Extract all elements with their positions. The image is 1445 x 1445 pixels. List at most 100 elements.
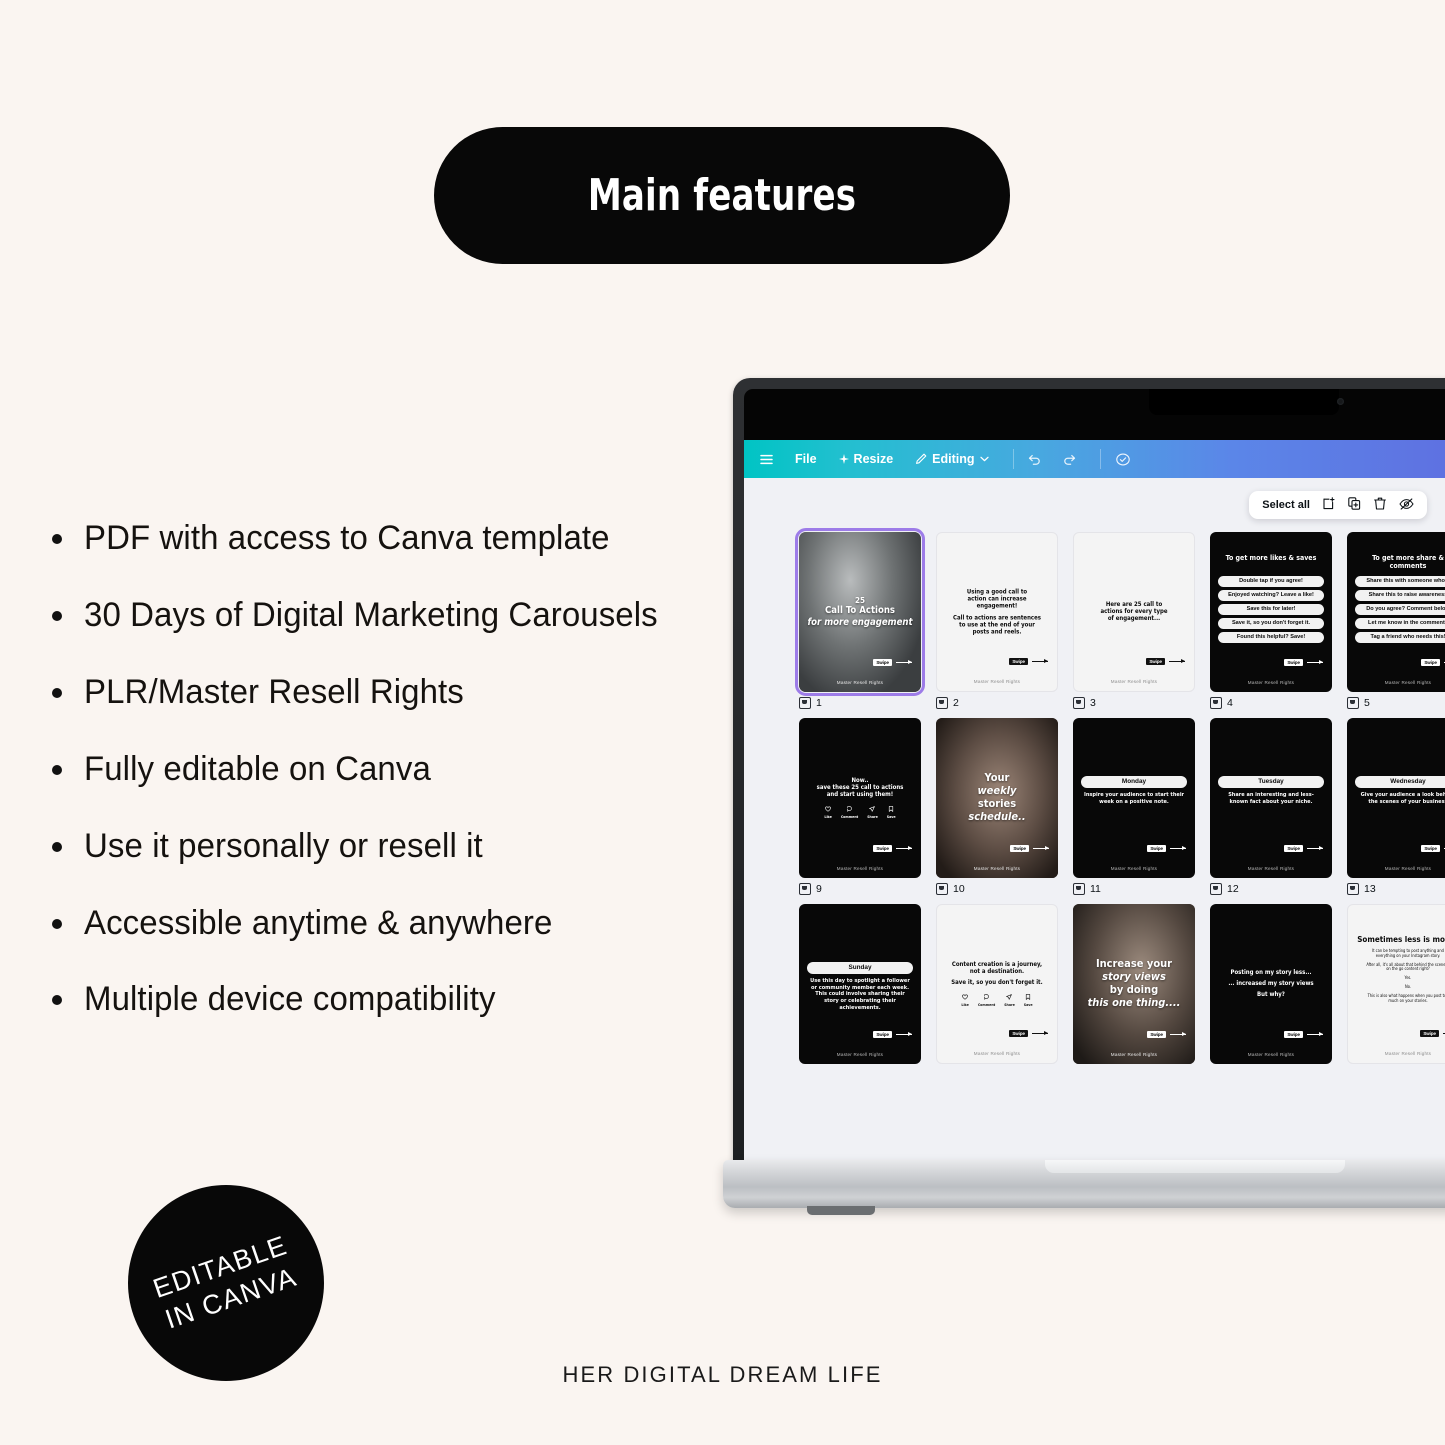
share-icon	[869, 805, 876, 814]
feature-item: PDF with access to Canva template	[52, 515, 752, 562]
canva-slide[interactable]: Content creation is a journey, not a dest…	[936, 904, 1058, 1064]
swipe-brandmark: Swipe	[1420, 1030, 1445, 1037]
slide-body-line: Call to actions are sentences	[953, 614, 1041, 621]
swipe-brandmark: Swipe	[1284, 845, 1323, 852]
page-thumb-icon	[1347, 697, 1359, 709]
slide-pill-list: Double tap if you agree! Enjoyed watching…	[1218, 576, 1324, 646]
hamburger-icon	[760, 454, 773, 465]
swipe-arrow-icon	[1033, 846, 1049, 850]
canva-slide[interactable]: Sometimes less is more.. It can be tempti…	[1347, 904, 1445, 1064]
canva-slide[interactable]: To get more likes & saves Double tap if y…	[1210, 532, 1332, 692]
page-thumb-icon	[936, 697, 948, 709]
canva-slide[interactable]: Your weekly stories schedule.. Swipe Master R…	[936, 718, 1058, 878]
slide-handle: Master Resell Rights	[1247, 866, 1295, 871]
duplicate-page-icon[interactable]	[1348, 497, 1361, 513]
swipe-brandmark: Swipe	[1284, 1031, 1323, 1038]
engagement-icon-label: Save	[886, 814, 896, 819]
slide-body-line: of engagement...	[1107, 615, 1161, 623]
slide-body-line: or community member each week.	[811, 984, 909, 991]
slide-body-line: Content creation is a journey,	[951, 960, 1043, 968]
page-number: 2	[953, 697, 959, 709]
file-menu[interactable]: File	[795, 452, 817, 466]
canva-slide[interactable]: Posting on my story less... ... increase…	[1210, 904, 1332, 1064]
canva-slide[interactable]: 25 Call To Actions for more engagement Swip…	[795, 528, 925, 696]
redo-button[interactable]	[1063, 454, 1076, 465]
canva-slide[interactable]: Monday Inspire your audience to start the…	[1073, 718, 1195, 878]
slide-handle: Master Resell Rights	[836, 866, 884, 871]
page-number: 10	[953, 883, 965, 895]
sparkle-icon	[838, 454, 849, 464]
feature-label: Use it personally or resell it	[84, 826, 483, 865]
slide-body-line: ... increased my story views	[1228, 980, 1314, 988]
feature-item: PLR/Master Resell Rights	[52, 669, 752, 716]
menu-button[interactable]	[760, 454, 773, 465]
swipe-brandmark: Swipe	[1146, 658, 1185, 665]
toolbar-divider	[1012, 449, 1014, 469]
slide-handle: Master Resell Rights	[1384, 1051, 1432, 1056]
comment-icon	[983, 993, 990, 1002]
bullet-icon	[52, 610, 62, 621]
page-number: 9	[816, 883, 822, 895]
swipe-arrow-icon	[1032, 659, 1048, 663]
swipe-label: Swipe	[1147, 845, 1166, 852]
swipe-label: Swipe	[873, 845, 892, 852]
engagement-icon-save: Save	[1024, 993, 1033, 1008]
canva-slide[interactable]: Sunday Use this day to spotlight a follow…	[799, 904, 921, 1064]
laptop-base	[723, 1160, 1445, 1215]
undo-button[interactable]	[1028, 454, 1041, 465]
swipe-label: Swipe	[1284, 659, 1303, 666]
feature-label: Multiple device compatibility	[84, 980, 496, 1019]
swipe-label: Swipe	[1421, 659, 1440, 666]
slide-body-line: to use at the end of your	[959, 621, 1035, 629]
slide-body: It can be tempting to post anything and e…	[1356, 948, 1445, 1003]
slide-body-line: known fact about your niche.	[1229, 798, 1313, 805]
laptop-lid: File Resize Editing Select all 25 Call T…	[733, 378, 1445, 1163]
feature-label: 30 Days of Digital Marketing Carousels	[84, 595, 658, 634]
editing-label: Editing	[932, 452, 975, 466]
slide-day-pill-wrap: Tuesday	[1218, 776, 1324, 791]
canva-slide[interactable]: Using a good call to action can increase e…	[936, 532, 1058, 692]
laptop-mockup: File Resize Editing Select all 25 Call T…	[723, 378, 1445, 1258]
delete-page-icon[interactable]	[1374, 497, 1386, 513]
hide-page-icon[interactable]	[1399, 497, 1414, 513]
canva-slide[interactable]: Wednesday Give your audience a look behin…	[1347, 718, 1445, 878]
select-all-button[interactable]: Select all	[1262, 499, 1310, 511]
swipe-brandmark: Swipe	[1421, 845, 1445, 852]
slide-row: Sunday Use this day to spotlight a follow…	[799, 904, 1445, 1064]
save-status-button[interactable]	[1115, 453, 1131, 466]
slide-body: Now.. save these 25 call to actions and st…	[807, 777, 913, 819]
feature-label: PDF with access to Canva template	[84, 519, 610, 557]
slide-body-line: engagement!	[976, 602, 1018, 610]
canva-slide[interactable]: Now.. save these 25 call to actions and st…	[799, 718, 921, 878]
slide-cell: Increase your story views by doing this one…	[1073, 904, 1210, 1064]
slide-handle: Master Resell Rights	[1247, 680, 1295, 685]
slide-body-line: save these 25 call to actions	[816, 784, 904, 792]
slide-title-line: this one thing....	[1087, 995, 1181, 1009]
canva-slide[interactable]: Tuesday Share an interesting and less-kno…	[1210, 718, 1332, 878]
engagement-icon-comment: Comment	[978, 993, 995, 1008]
page-number: 3	[1090, 697, 1096, 709]
slide-handle: Master Resell Rights	[836, 1052, 884, 1057]
canva-slide[interactable]: Increase your story views by doing this one…	[1073, 904, 1195, 1064]
engagement-icon-row: Like Comment Share Save	[807, 805, 913, 820]
slide-title: 25 Call To Actions for more engagement	[807, 596, 913, 628]
feature-label: Fully editable on Canva	[84, 749, 431, 788]
slide-pill: Save it, so you don't forget it.	[1218, 617, 1324, 629]
canva-slide[interactable]: Here are 25 call to actions for every typ…	[1073, 532, 1195, 692]
swipe-arrow-icon	[1170, 1032, 1186, 1036]
slide-body-line: This could involve sharing their	[815, 991, 905, 998]
page-number: 12	[1227, 883, 1239, 895]
editing-mode-button[interactable]: Editing	[915, 452, 989, 466]
add-page-icon[interactable]	[1323, 497, 1335, 513]
selection-toolbar[interactable]: Select all	[1249, 491, 1427, 519]
slide-row: 25 Call To Actions for more engagement Swip…	[795, 528, 1445, 709]
canva-slide[interactable]: To get more share & comments Share this w…	[1347, 532, 1445, 692]
swipe-brandmark: Swipe	[1010, 845, 1049, 852]
slide-handle: Master Resell Rights	[973, 679, 1021, 684]
footer-brand: HER DIGITAL DREAM LIFE	[562, 1362, 883, 1387]
swipe-label: Swipe	[873, 659, 892, 666]
resize-button[interactable]: Resize	[838, 452, 893, 466]
slide-body-line: Share an interesting and less-	[1228, 792, 1314, 798]
slide-body-line: But why?	[1257, 991, 1285, 999]
swipe-arrow-icon	[1170, 846, 1186, 850]
